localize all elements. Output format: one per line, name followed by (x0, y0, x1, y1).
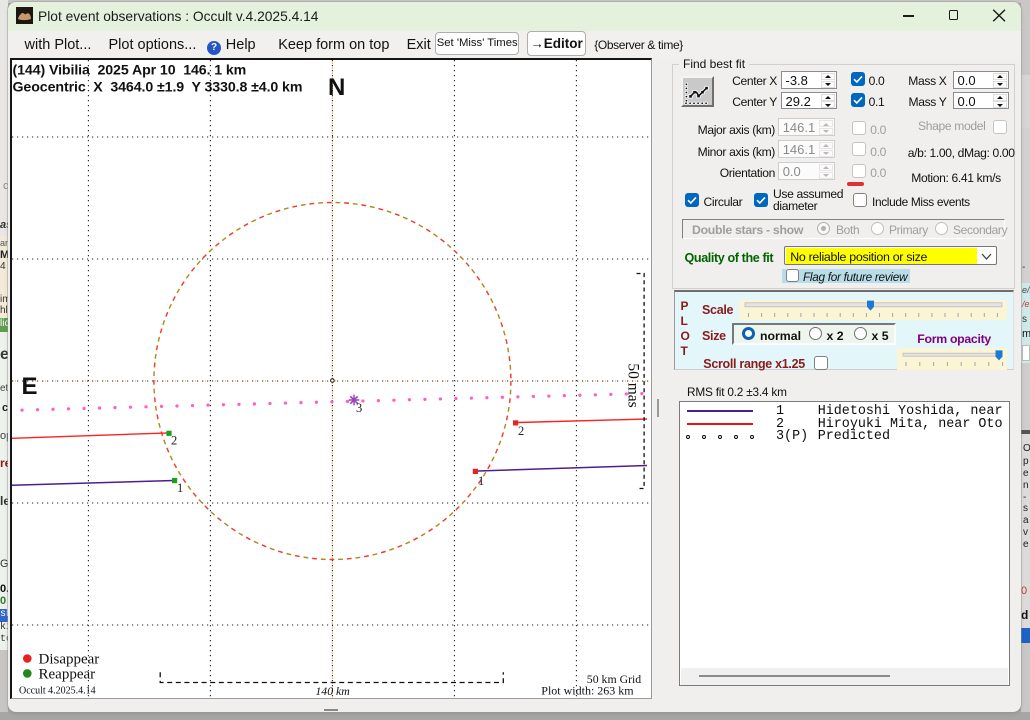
svg-text:E: E (22, 373, 38, 400)
svg-text:N: N (328, 74, 345, 101)
svg-text:Reappear: Reappear (39, 666, 96, 682)
svg-text:2: 2 (518, 424, 524, 438)
svg-text:50 mas: 50 mas (625, 363, 642, 407)
svg-text:2: 2 (171, 434, 177, 448)
svg-text:Geocentric X 3464.0 ±1.9 Y: Geocentric X 3464.0 ±1.9 Y 3330.8 ±4.0 k… (13, 80, 303, 96)
svg-text:3: 3 (356, 401, 362, 415)
svg-text:140 km: 140 km (315, 684, 350, 698)
svg-text:(144) Vibilia 2025 Apr 10 14: (144) Vibilia 2025 Apr 10 146. 1 km (13, 63, 247, 79)
svg-text:Occult 4.2025.4.14: Occult 4.2025.4.14 (19, 686, 96, 697)
svg-text:Plot width: 263 km: Plot width: 263 km (541, 684, 634, 698)
svg-text:1: 1 (478, 474, 484, 488)
svg-text:1: 1 (177, 481, 183, 495)
svg-text:Disappear: Disappear (39, 652, 100, 668)
